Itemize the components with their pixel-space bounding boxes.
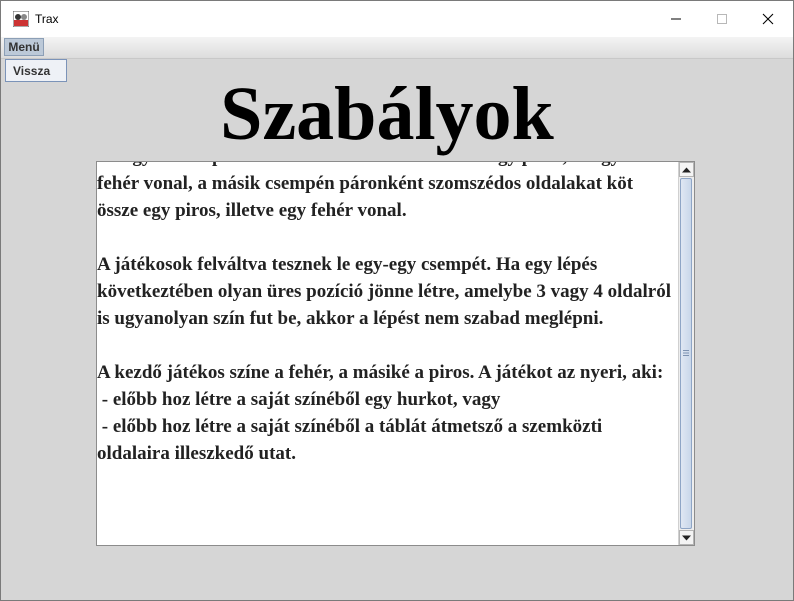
- window-title: Trax: [35, 12, 59, 26]
- maximize-button[interactable]: [699, 1, 745, 37]
- minimize-icon: [671, 18, 681, 20]
- minimize-button[interactable]: [653, 1, 699, 37]
- maximize-icon: [717, 14, 727, 24]
- scroll-thumb[interactable]: [680, 178, 692, 529]
- rules-text-area[interactable]: Az egyik csempén két szemközti oldalt kö…: [96, 161, 695, 546]
- title-bar[interactable]: Trax: [1, 1, 793, 37]
- page-title: Szabályok: [220, 72, 554, 156]
- scroll-down-button[interactable]: [679, 530, 694, 545]
- rules-paragraph: - előbb hoz létre a saját színéből egy h…: [97, 389, 501, 410]
- arrow-up-icon: [682, 167, 691, 172]
- rules-paragraph: - előbb hoz létre a saját színéből a táb…: [97, 416, 607, 464]
- arrow-down-icon: [682, 535, 691, 540]
- grip-icon: [683, 350, 689, 356]
- rules-paragraph: [97, 332, 677, 359]
- rules-paragraph: A kezdő játékos színe a fehér, a másiké …: [97, 362, 664, 383]
- rules-paragraph: Az egyik csempén két szemközti oldalt kö…: [97, 162, 677, 170]
- rules-paragraph: fehér vonal, a másik csempén páronként s…: [97, 173, 638, 221]
- vertical-scrollbar[interactable]: [678, 162, 694, 545]
- rules-paragraph: [97, 224, 677, 251]
- close-icon: [762, 13, 774, 25]
- app-window: Trax Menü Vissza Szabályok Az egyik csem…: [0, 0, 794, 601]
- menu-bar: Menü: [1, 37, 793, 59]
- close-button[interactable]: [745, 1, 791, 37]
- rules-paragraph: A játékosok felváltva tesznek le egy-egy…: [97, 254, 676, 329]
- trax-app-icon: [12, 10, 30, 28]
- rules-text: Az egyik csempén két szemközti oldalt kö…: [97, 162, 677, 467]
- scroll-up-button[interactable]: [679, 162, 694, 177]
- menu-button[interactable]: Menü: [4, 38, 44, 56]
